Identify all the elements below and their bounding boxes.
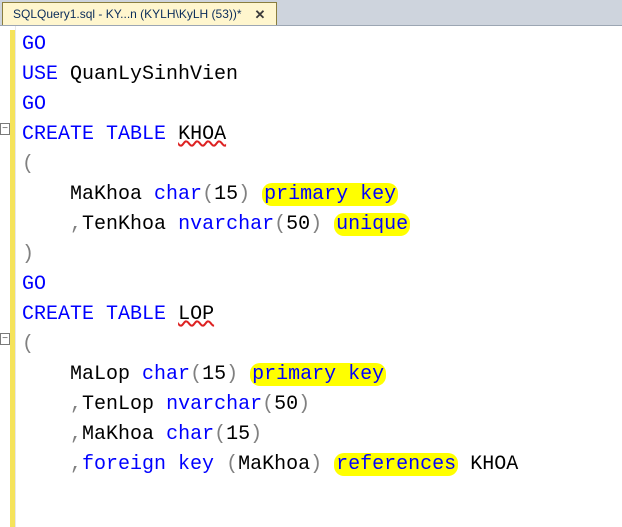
type-nvarchar: nvarchar — [178, 213, 274, 236]
type-char: char — [166, 423, 214, 446]
type-char: char — [142, 363, 190, 386]
comma: , — [70, 393, 82, 416]
keyword-go: GO — [22, 273, 46, 296]
constraint-primary-key: primary key — [262, 183, 398, 206]
comma: , — [70, 423, 82, 446]
paren-open: ( — [22, 333, 34, 356]
outline-toggle[interactable]: − — [0, 333, 10, 345]
code-area[interactable]: GO USE QuanLySinhVien GO CREATE TABLE KH… — [16, 26, 622, 527]
keyword-table: TABLE — [106, 303, 166, 326]
type-length: 15 — [214, 183, 238, 206]
comma: , — [70, 213, 82, 236]
type-char: char — [154, 183, 202, 206]
tab-bar: SQLQuery1.sql - KY...n (KYLH\KyLH (53))*… — [0, 0, 622, 26]
type-length: 50 — [286, 213, 310, 236]
keyword-create: CREATE — [22, 123, 94, 146]
type-nvarchar: nvarchar — [166, 393, 262, 416]
table-name: KHOA — [178, 123, 226, 146]
column-name: TenKhoa — [82, 213, 166, 236]
column-name: TenLop — [82, 393, 154, 416]
column-name: MaKhoa — [70, 183, 142, 206]
fk-column: MaKhoa — [238, 453, 310, 476]
type-length: 15 — [226, 423, 250, 446]
keyword-foreign-key: foreign key — [82, 453, 214, 476]
paren-open: ( — [226, 453, 238, 476]
keyword-go: GO — [22, 93, 46, 116]
editor: − − GO USE QuanLySinhVien GO CREATE TABL… — [0, 26, 622, 527]
keyword-use: USE — [22, 63, 58, 86]
ref-table: KHOA — [470, 453, 518, 476]
table-name: LOP — [178, 303, 214, 326]
column-name: MaKhoa — [82, 423, 154, 446]
paren-close: ) — [22, 243, 34, 266]
tab-label: SQLQuery1.sql - KY...n (KYLH\KyLH (53))* — [13, 7, 242, 21]
type-length: 15 — [202, 363, 226, 386]
constraint-unique: unique — [334, 213, 410, 236]
keyword-table: TABLE — [106, 123, 166, 146]
outline-toggle[interactable]: − — [0, 123, 10, 135]
keyword-create: CREATE — [22, 303, 94, 326]
keyword-references: references — [334, 453, 458, 476]
keyword-go: GO — [22, 33, 46, 56]
paren-close: ) — [310, 453, 322, 476]
close-icon[interactable]: ✕ — [252, 8, 269, 21]
db-name: QuanLySinhVien — [70, 63, 238, 86]
gutter: − − — [0, 26, 16, 527]
constraint-primary-key: primary key — [250, 363, 386, 386]
change-indicator — [10, 30, 15, 527]
paren-open: ( — [22, 153, 34, 176]
column-name: MaLop — [70, 363, 130, 386]
comma: , — [70, 453, 82, 476]
type-length: 50 — [274, 393, 298, 416]
active-tab[interactable]: SQLQuery1.sql - KY...n (KYLH\KyLH (53))*… — [2, 2, 277, 25]
